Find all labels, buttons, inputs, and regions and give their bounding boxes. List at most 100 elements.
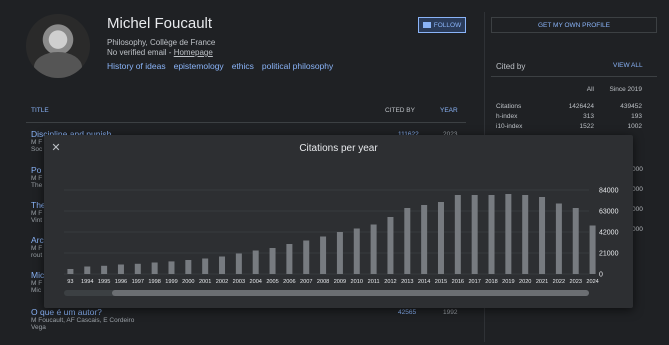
profile-email: No verified email - Homepage: [107, 48, 213, 57]
chart-bar[interactable]: [454, 195, 461, 274]
x-tick-label: 1998: [148, 279, 160, 285]
article-item[interactable]: Mic M F Mic: [31, 270, 44, 294]
x-tick-label: 2008: [317, 279, 329, 285]
chart-bar[interactable]: [522, 195, 529, 274]
x-tick-label: 2013: [401, 279, 413, 285]
cited-by-title: Cited by: [496, 62, 526, 71]
article-venue: Vega: [31, 324, 46, 331]
chart-bar[interactable]: [269, 248, 276, 274]
profile-tags: History of ideas epistemology ethics pol…: [107, 61, 333, 71]
chart-bar[interactable]: [252, 250, 259, 275]
column-cited-by[interactable]: CITED BY: [385, 107, 415, 114]
chart-bar[interactable]: [134, 263, 141, 274]
column-year[interactable]: YEAR: [440, 107, 458, 114]
x-tick-label: 2001: [199, 279, 211, 285]
partial-value: 000: [632, 226, 643, 233]
citations-modal: ✕ Citations per year 0 21000 42000 63000 840…: [44, 135, 633, 308]
chart-bar[interactable]: [353, 228, 360, 275]
chart-bar[interactable]: [488, 195, 495, 274]
x-tick-label: 2002: [216, 279, 228, 285]
table-header: All Since 2019: [496, 83, 646, 95]
row-all: 313: [583, 112, 594, 120]
scrollbar-thumb[interactable]: [112, 290, 589, 296]
chart-bar[interactable]: [572, 208, 579, 274]
chart-bar[interactable]: [67, 269, 74, 274]
tag-link[interactable]: epistemology: [174, 61, 224, 71]
article-cited-count[interactable]: 42565: [398, 309, 416, 316]
x-tick-label: 93: [67, 279, 73, 285]
partial-value: 000: [632, 186, 643, 193]
x-tick-label: 2023: [570, 279, 582, 285]
article-title[interactable]: Arc: [31, 235, 44, 245]
x-tick-label: 2016: [452, 279, 464, 285]
chart-bar[interactable]: [370, 224, 377, 275]
article-title[interactable]: Po: [31, 165, 42, 175]
partial-value: 000: [632, 166, 643, 173]
article-venue: rout: [31, 252, 43, 259]
y-tick-label: 0: [599, 272, 603, 279]
tag-link[interactable]: ethics: [232, 61, 254, 71]
chart-bar[interactable]: [539, 197, 546, 274]
view-all-link[interactable]: VIEW ALL: [613, 62, 643, 69]
follow-button[interactable]: FOLLOW: [418, 17, 466, 33]
chart-bar[interactable]: [235, 253, 242, 275]
article-item[interactable]: Po M F The: [31, 165, 42, 189]
x-tick-label: 2003: [233, 279, 245, 285]
chart-bar[interactable]: [101, 265, 108, 274]
x-tick-label: 2009: [334, 279, 346, 285]
x-tick-label: 1995: [98, 279, 110, 285]
tag-link[interactable]: political philosophy: [262, 61, 333, 71]
x-tick-label: 2014: [418, 279, 430, 285]
chart-bar[interactable]: [336, 232, 343, 274]
article-title[interactable]: O que é um autor?: [31, 307, 134, 317]
homepage-link[interactable]: Homepage: [174, 48, 213, 57]
x-tick-label: 2004: [249, 279, 261, 285]
email-text: No verified email -: [107, 48, 174, 57]
column-title[interactable]: TITLE: [31, 107, 49, 114]
partial-values: 000 000 000 000: [632, 160, 643, 240]
row-label: i10-index: [496, 122, 523, 130]
chart-bar[interactable]: [219, 256, 226, 275]
x-tick-label: 2018: [485, 279, 497, 285]
x-tick-label: 2017: [468, 279, 480, 285]
chart-bar[interactable]: [404, 208, 411, 274]
partial-value: 000: [632, 206, 643, 213]
x-tick-label: 1996: [115, 279, 127, 285]
chart-bar[interactable]: [437, 202, 444, 274]
chart-bar[interactable]: [555, 203, 562, 275]
follow-label: FOLLOW: [433, 21, 462, 29]
x-tick-label: 2021: [536, 279, 548, 285]
x-tick-label: 2019: [502, 279, 514, 285]
chart-bar[interactable]: [84, 266, 91, 275]
y-tick-label: 84000: [599, 188, 619, 195]
chart-bar[interactable]: [185, 260, 192, 274]
chart-bar[interactable]: [286, 244, 293, 274]
tag-link[interactable]: History of ideas: [107, 61, 166, 71]
envelope-icon: [422, 22, 431, 28]
chart-bar[interactable]: [387, 217, 394, 274]
chart-bar[interactable]: [471, 195, 478, 274]
chart-bar[interactable]: [589, 225, 596, 275]
article-authors: M Foucault, AF Cascais, E Cordeiro: [31, 317, 135, 324]
chart-bar[interactable]: [151, 262, 158, 275]
chart-bar[interactable]: [505, 194, 512, 274]
chart-scrollbar[interactable]: [64, 290, 589, 296]
x-tick-label: 2000: [182, 279, 194, 285]
article-title[interactable]: Mic: [31, 270, 44, 280]
chart-bar[interactable]: [202, 258, 209, 275]
y-tick-label: 21000: [599, 251, 619, 258]
x-tick-label: 1997: [132, 279, 144, 285]
x-tick-label: 2011: [368, 279, 380, 285]
chart-bar[interactable]: [168, 261, 175, 274]
article-item[interactable]: O que é um autor? M Foucault, AF Cascais…: [31, 307, 134, 331]
chart-bar[interactable]: [320, 236, 327, 275]
row-since: 439452: [620, 102, 642, 110]
article-year: 1992: [443, 309, 458, 316]
chart-bar[interactable]: [303, 240, 310, 275]
x-tick-label: 2022: [553, 279, 565, 285]
chart-bar[interactable]: [421, 205, 428, 274]
article-venue: Mic: [31, 287, 42, 294]
chart-bar[interactable]: [117, 264, 124, 275]
get-profile-button[interactable]: GET MY OWN PROFILE: [491, 17, 657, 33]
article-item[interactable]: Arc M F rout: [31, 235, 44, 259]
